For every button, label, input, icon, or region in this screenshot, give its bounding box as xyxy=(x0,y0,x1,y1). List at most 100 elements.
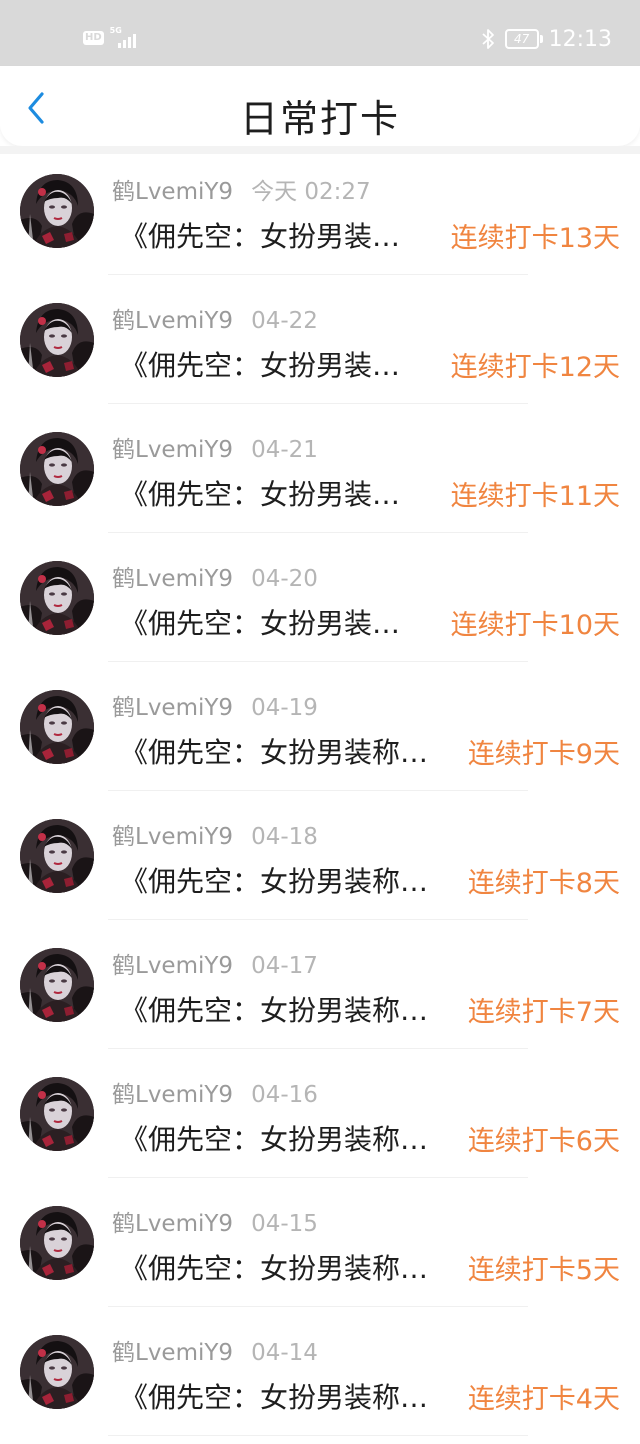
checkin-content[interactable]: 《佣先空：女扮男装称… 连续打卡6天 xyxy=(120,1119,620,1157)
row-divider xyxy=(108,661,528,662)
checkin-meta: 鹤LvemiY9 04-14 xyxy=(112,1333,318,1366)
checkin-row[interactable]: 鹤LvemiY9 今天 02:27 《佣先空：女扮男装… 连续打卡13天 xyxy=(0,154,640,283)
row-divider xyxy=(108,1306,528,1307)
checkin-meta: 鹤LvemiY9 04-19 xyxy=(112,688,318,721)
post-title[interactable]: 《佣先空：女扮男装称… xyxy=(120,860,428,900)
checkin-date: 04-21 xyxy=(251,437,318,463)
avatar-image xyxy=(20,174,94,248)
avatar-image xyxy=(20,1206,94,1280)
post-title[interactable]: 《佣先空：女扮男装称… xyxy=(120,989,428,1029)
checkin-row[interactable]: 鹤LvemiY9 04-22 《佣先空：女扮男装… 连续打卡12天 xyxy=(0,283,640,412)
page-title: 日常打卡 xyxy=(239,97,400,141)
checkin-meta: 鹤LvemiY9 今天 02:27 xyxy=(112,172,371,205)
row-divider xyxy=(108,274,528,275)
username[interactable]: 鹤LvemiY9 xyxy=(112,301,233,335)
checkin-content[interactable]: 《佣先空：女扮男装称… 连续打卡9天 xyxy=(120,732,620,770)
checkin-row[interactable]: 鹤LvemiY9 04-21 《佣先空：女扮男装… 连续打卡11天 xyxy=(0,412,640,541)
checkin-row[interactable]: 鹤LvemiY9 04-17 《佣先空：女扮男装称… 连续打卡7天 xyxy=(0,928,640,1057)
avatar[interactable] xyxy=(20,303,94,377)
checkin-content[interactable]: 《佣先空：女扮男装称… 连续打卡4天 xyxy=(120,1377,620,1415)
streak-label: 连续打卡7天 xyxy=(467,996,620,1028)
streak-label: 连续打卡4天 xyxy=(467,1383,620,1415)
streak-label: 连续打卡8天 xyxy=(467,867,620,899)
checkin-content[interactable]: 《佣先空：女扮男装称… 连续打卡5天 xyxy=(120,1248,620,1286)
username[interactable]: 鹤LvemiY9 xyxy=(112,1204,233,1238)
status-bar: HD 5G 47 12:13 xyxy=(0,0,640,68)
avatar-image xyxy=(20,1077,94,1151)
post-title[interactable]: 《佣先空：女扮男装… xyxy=(120,602,400,642)
checkin-content[interactable]: 《佣先空：女扮男装称… 连续打卡7天 xyxy=(120,990,620,1028)
checkin-row[interactable]: 鹤LvemiY9 04-19 《佣先空：女扮男装称… 连续打卡9天 xyxy=(0,670,640,799)
checkin-row[interactable]: 鹤LvemiY9 04-14 《佣先空：女扮男装称… 连续打卡4天 xyxy=(0,1315,640,1444)
row-divider xyxy=(108,1048,528,1049)
avatar-image xyxy=(20,690,94,764)
checkin-content[interactable]: 《佣先空：女扮男装… 连续打卡10天 xyxy=(120,603,620,641)
avatar[interactable] xyxy=(20,948,94,1022)
checkin-meta: 鹤LvemiY9 04-15 xyxy=(112,1204,318,1237)
avatar[interactable] xyxy=(20,819,94,893)
checkin-content[interactable]: 《佣先空：女扮男装称… 连续打卡8天 xyxy=(120,861,620,899)
row-divider xyxy=(108,1435,528,1436)
checkin-date: 04-18 xyxy=(251,824,318,850)
post-title[interactable]: 《佣先空：女扮男装称… xyxy=(120,1376,428,1416)
avatar-image xyxy=(20,948,94,1022)
avatar[interactable] xyxy=(20,1206,94,1280)
checkin-row[interactable]: 鹤LvemiY9 04-18 《佣先空：女扮男装称… 连续打卡8天 xyxy=(0,799,640,928)
checkin-row[interactable]: 鹤LvemiY9 04-15 《佣先空：女扮男装称… 连续打卡5天 xyxy=(0,1186,640,1315)
checkin-date: 04-16 xyxy=(251,1082,318,1108)
checkin-content[interactable]: 《佣先空：女扮男装… 连续打卡12天 xyxy=(120,345,620,383)
hd-icon: HD xyxy=(83,31,104,45)
streak-label: 连续打卡9天 xyxy=(467,738,620,770)
username[interactable]: 鹤LvemiY9 xyxy=(112,1333,233,1367)
username[interactable]: 鹤LvemiY9 xyxy=(112,430,233,464)
header-bar: 日常打卡 xyxy=(0,66,640,146)
username[interactable]: 鹤LvemiY9 xyxy=(112,172,233,206)
post-title[interactable]: 《佣先空：女扮男装称… xyxy=(120,1247,428,1287)
checkin-meta: 鹤LvemiY9 04-17 xyxy=(112,946,318,979)
row-divider xyxy=(108,403,528,404)
bluetooth-icon xyxy=(481,29,494,49)
checkin-row[interactable]: 鹤LvemiY9 04-20 《佣先空：女扮男装… 连续打卡10天 xyxy=(0,541,640,670)
streak-label: 连续打卡5天 xyxy=(467,1254,620,1286)
checkin-meta: 鹤LvemiY9 04-21 xyxy=(112,430,318,463)
username[interactable]: 鹤LvemiY9 xyxy=(112,688,233,722)
checkin-meta: 鹤LvemiY9 04-16 xyxy=(112,1075,318,1108)
username[interactable]: 鹤LvemiY9 xyxy=(112,559,233,593)
avatar[interactable] xyxy=(20,1077,94,1151)
checkin-content[interactable]: 《佣先空：女扮男装… 连续打卡13天 xyxy=(120,216,620,254)
signal-icon: 5G xyxy=(110,26,138,48)
avatar[interactable] xyxy=(20,174,94,248)
avatar-image xyxy=(20,561,94,635)
checkin-row[interactable]: 鹤LvemiY9 04-16 《佣先空：女扮男装称… 连续打卡6天 xyxy=(0,1057,640,1186)
username[interactable]: 鹤LvemiY9 xyxy=(112,1075,233,1109)
post-title[interactable]: 《佣先空：女扮男装称… xyxy=(120,1118,428,1158)
battery-level: 47 xyxy=(513,32,530,46)
post-title[interactable]: 《佣先空：女扮男装… xyxy=(120,215,400,255)
row-divider xyxy=(108,919,528,920)
streak-label: 连续打卡6天 xyxy=(467,1125,620,1157)
avatar[interactable] xyxy=(20,690,94,764)
status-time: 12:13 xyxy=(548,26,612,52)
checkin-meta: 鹤LvemiY9 04-20 xyxy=(112,559,318,592)
username[interactable]: 鹤LvemiY9 xyxy=(112,946,233,980)
avatar-image xyxy=(20,432,94,506)
checkin-date: 04-17 xyxy=(251,953,318,979)
row-divider xyxy=(108,790,528,791)
avatar[interactable] xyxy=(20,561,94,635)
avatar[interactable] xyxy=(20,432,94,506)
post-title[interactable]: 《佣先空：女扮男装称… xyxy=(120,731,428,771)
streak-label: 连续打卡12天 xyxy=(450,351,620,383)
status-left-group: HD 5G xyxy=(83,26,138,48)
streak-label: 连续打卡10天 xyxy=(450,609,620,641)
checkin-content[interactable]: 《佣先空：女扮男装… 连续打卡11天 xyxy=(120,474,620,512)
avatar-image xyxy=(20,819,94,893)
checkin-date: 04-19 xyxy=(251,695,318,721)
checkin-date: 今天 02:27 xyxy=(251,179,371,205)
post-title[interactable]: 《佣先空：女扮男装… xyxy=(120,473,400,513)
avatar[interactable] xyxy=(20,1335,94,1409)
checkin-date: 04-14 xyxy=(251,1340,318,1366)
post-title[interactable]: 《佣先空：女扮男装… xyxy=(120,344,400,384)
row-divider xyxy=(108,532,528,533)
avatar-image xyxy=(20,303,94,377)
username[interactable]: 鹤LvemiY9 xyxy=(112,817,233,851)
